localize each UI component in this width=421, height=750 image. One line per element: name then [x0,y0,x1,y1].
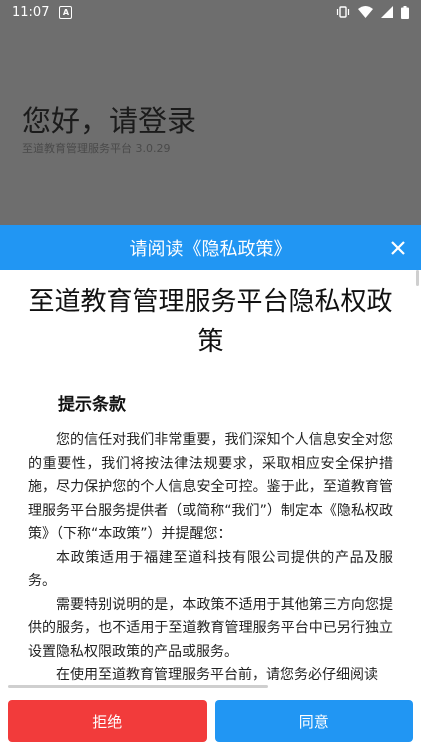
status-left: 11:07 A [12,4,73,20]
signal-icon [381,6,393,18]
status-right [336,5,409,19]
login-subtitle: 至道教育管理服务平台 3.0.29 [22,142,171,155]
policy-paragraph: 本政策适用于福建至道科技有限公司提供的产品及服务。 [28,549,393,590]
section-title: 提示条款 [58,395,126,415]
vibrate-icon [336,6,350,18]
reject-button[interactable]: 拒绝 [8,700,207,742]
dialog-footer: 拒绝 同意 [0,692,421,750]
battery-icon [401,5,409,19]
horizontal-scrollbar[interactable] [8,685,268,688]
wifi-icon [358,6,373,18]
notification-a-icon: A [59,5,73,19]
agree-button[interactable]: 同意 [214,700,413,742]
policy-paragraph: 您的信任对我们非常重要，我们深知个人信息安全对您的重要性，我们将按法律法规要求，… [28,432,393,542]
login-title: 您好，请登录 [22,104,197,138]
dialog-title: 请阅读《隐私政策》 [129,238,292,260]
status-bar: 11:07 A [0,0,421,24]
vertical-scrollbar[interactable] [416,270,419,286]
policy-paragraph: 需要特别说明的是，本政策不适用于其他第三方向您提供的服务，也不适用于至道教育管理… [28,596,393,660]
dialog-header: 请阅读《隐私政策》 [0,225,421,270]
policy-paragraph: 在使用至道教育管理服务平台前，请您务必仔细阅读 [56,667,378,683]
close-icon[interactable] [387,237,409,259]
policy-content[interactable]: 至道教育管理服务平台隐私权政策 提示条款 您的信任对我们非常重要，我们深知个人信… [0,270,421,690]
status-time: 11:07 [12,4,50,20]
privacy-dialog: 请阅读《隐私政策》 至道教育管理服务平台隐私权政策 提示条款 您的信任对我们非常… [0,225,421,750]
policy-title: 至道教育管理服务平台隐私权政策 [28,287,393,357]
